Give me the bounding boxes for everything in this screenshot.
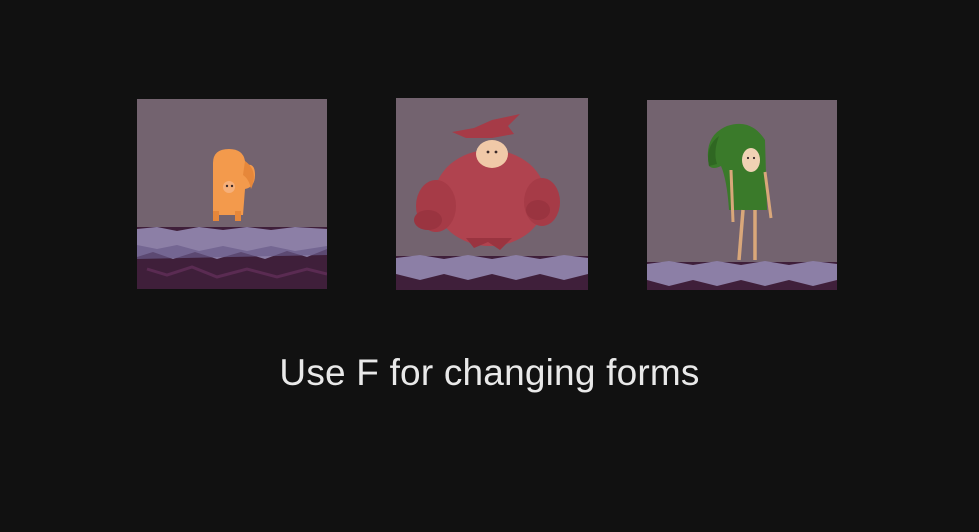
change-form-hint: Use F for changing forms bbox=[279, 352, 700, 393]
form-card-fox bbox=[137, 99, 327, 289]
form-selection-screen: Use F for changing forms bbox=[0, 0, 979, 532]
form-card-tall-hood bbox=[647, 100, 837, 290]
golem-form-icon bbox=[396, 98, 588, 290]
form-card-golem bbox=[396, 98, 588, 290]
fox-form-icon bbox=[137, 99, 327, 289]
tall-hood-form-icon bbox=[647, 100, 837, 290]
